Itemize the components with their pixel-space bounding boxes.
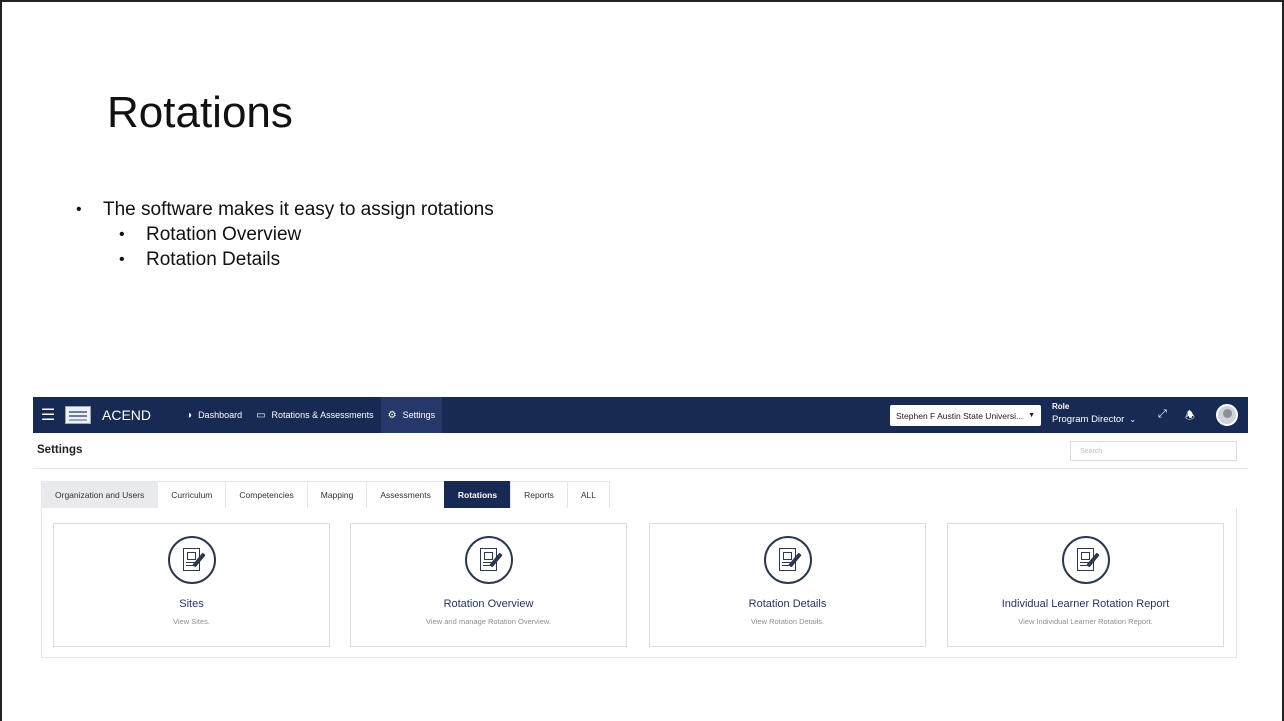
tab-reports[interactable]: Reports bbox=[510, 481, 568, 508]
brand-name: ACEND bbox=[102, 407, 152, 423]
tab-assessments[interactable]: Assessments bbox=[366, 481, 445, 508]
settings-tabs: Organization and Users Curriculum Compet… bbox=[41, 481, 610, 508]
card-rotation-overview[interactable]: Rotation Overview View and manage Rotati… bbox=[350, 523, 627, 647]
tab-curriculum[interactable]: Curriculum bbox=[157, 481, 227, 508]
bullet-dot: • bbox=[119, 250, 125, 268]
menu-icon[interactable]: ☰ bbox=[37, 405, 59, 425]
role-selector[interactable]: Role Program Director ⌄ bbox=[1052, 402, 1136, 425]
caret-down-icon: ▼ bbox=[1028, 412, 1035, 419]
top-navbar: ☰ ACEND ◑ Dashboard ▭ Rotations & Assess… bbox=[33, 397, 1248, 433]
role-value: Program Director bbox=[1052, 414, 1125, 425]
page-title: Settings bbox=[37, 444, 83, 456]
card-description: View and manage Rotation Overview. bbox=[426, 617, 551, 626]
card-title: Sites bbox=[179, 598, 204, 610]
avatar[interactable] bbox=[1216, 404, 1238, 426]
document-edit-icon bbox=[763, 536, 812, 584]
bullet-dot: • bbox=[76, 200, 82, 218]
nav-label: Dashboard bbox=[198, 410, 243, 420]
chevron-down-icon: ⌄ bbox=[1129, 415, 1137, 424]
tab-competencies[interactable]: Competencies bbox=[225, 481, 308, 508]
nav-settings[interactable]: ⚙ Settings bbox=[380, 397, 443, 433]
organization-select[interactable]: Stephen F Austin State Universi... ▼ bbox=[890, 405, 1041, 426]
card-title: Individual Learner Rotation Report bbox=[1001, 598, 1170, 610]
card-description: View Sites. bbox=[173, 617, 210, 626]
monitor-icon: ▭ bbox=[256, 409, 266, 421]
slide-title: Rotations bbox=[107, 88, 293, 137]
card-sites[interactable]: Sites View Sites. bbox=[53, 523, 330, 647]
document-edit-icon bbox=[1061, 536, 1110, 584]
sub-bullet-item: • Rotation Details bbox=[119, 247, 494, 272]
sub-bullet-text: Rotation Overview bbox=[146, 223, 302, 245]
document-edit-icon bbox=[464, 536, 513, 584]
page-header: Settings Search bbox=[33, 433, 1248, 469]
role-value-row: Program Director ⌄ bbox=[1052, 414, 1136, 425]
tab-organization-and-users[interactable]: Organization and Users bbox=[41, 481, 159, 508]
bell-icon[interactable]: 🕭 bbox=[1185, 407, 1195, 426]
card-rotation-details[interactable]: Rotation Details View Rotation Details. bbox=[649, 523, 926, 647]
bullet-item: • The software makes it easy to assign r… bbox=[76, 197, 494, 222]
app-screenshot: ☰ ACEND ◑ Dashboard ▭ Rotations & Assess… bbox=[33, 397, 1248, 659]
nav-rotations-assessments[interactable]: ▭ Rotations & Assessments bbox=[249, 397, 381, 433]
gear-icon: ⚙ bbox=[387, 409, 397, 421]
nav-label: Settings bbox=[402, 410, 436, 420]
tab-mapping[interactable]: Mapping bbox=[306, 481, 368, 508]
sub-bullet-item: • Rotation Overview bbox=[119, 222, 494, 247]
card-description: View Rotation Details. bbox=[750, 617, 825, 626]
card-description: View Individual Learner Rotation Report. bbox=[1018, 617, 1153, 626]
cards-panel: Sites View Sites. Rotation Overview View… bbox=[41, 508, 1237, 658]
dashboard-icon: ◑ bbox=[186, 409, 193, 421]
document-edit-icon bbox=[167, 536, 216, 584]
expand-icon[interactable]: ⤢ bbox=[1158, 408, 1167, 421]
sub-bullet-text: Rotation Details bbox=[146, 248, 281, 270]
card-individual-learner-rotation-report[interactable]: Individual Learner Rotation Report View … bbox=[947, 523, 1224, 647]
organization-select-value: Stephen F Austin State Universi... bbox=[896, 410, 1024, 421]
tab-rotations[interactable]: Rotations bbox=[443, 481, 512, 508]
search-input[interactable]: Search bbox=[1070, 441, 1237, 461]
nav-label: Rotations & Assessments bbox=[271, 410, 374, 420]
nav-dashboard[interactable]: ◑ Dashboard bbox=[179, 397, 249, 433]
logo bbox=[65, 406, 91, 424]
card-title: Rotation Overview bbox=[443, 598, 534, 610]
card-title: Rotation Details bbox=[748, 598, 827, 610]
role-label: Role bbox=[1052, 402, 1070, 411]
bullet-dot: • bbox=[119, 225, 125, 243]
tab-all[interactable]: ALL bbox=[566, 481, 610, 508]
bullet-list: • The software makes it easy to assign r… bbox=[76, 197, 494, 272]
bullet-text: The software makes it easy to assign rot… bbox=[103, 198, 494, 220]
